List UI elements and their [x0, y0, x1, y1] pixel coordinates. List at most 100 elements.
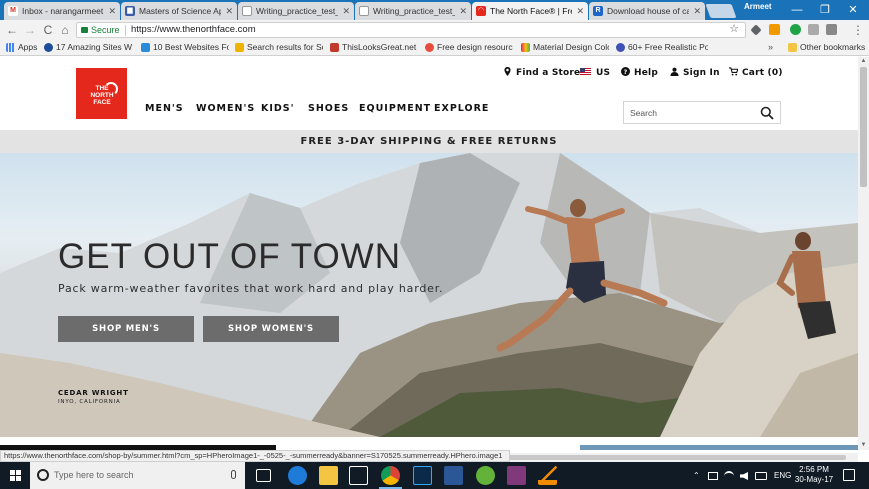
secure-indicator[interactable]: Secure	[81, 24, 120, 37]
bookmark-item[interactable]: ThisLooksGreat.net -	[330, 40, 418, 55]
battery-icon[interactable]	[708, 472, 718, 480]
close-tab-icon[interactable]: ✕	[576, 2, 584, 20]
bookmark-item[interactable]: 60+ Free Realistic Po	[616, 40, 708, 55]
language-indicator[interactable]: ENG	[774, 462, 791, 489]
cart-link[interactable]: Cart (0)	[729, 67, 783, 79]
chrome-icon[interactable]	[379, 466, 402, 489]
promo-banner[interactable]: FREE 3-DAY SHIPPING & FREE RETURNS	[0, 130, 858, 153]
browser-tab-writing-2[interactable]: Writing_practice_test_ ✕	[355, 2, 471, 20]
find-store-link[interactable]: Find a Store	[503, 67, 580, 79]
onenote-icon[interactable]	[507, 466, 526, 485]
task-view-icon[interactable]	[256, 469, 271, 482]
bookmark-item[interactable]: 10 Best Websites For	[141, 40, 229, 55]
scrollbar-thumb[interactable]	[860, 67, 867, 187]
search-icon[interactable]	[760, 106, 774, 120]
browser-tab-gmail[interactable]: M Inbox - narangarmeet ✕	[4, 2, 120, 20]
close-tab-icon[interactable]: ✕	[459, 2, 467, 20]
cart-label: Cart (0)	[742, 68, 783, 78]
profile-name[interactable]: Armeet	[744, 2, 772, 11]
action-center-icon[interactable]	[843, 469, 855, 481]
nav-explore[interactable]: EXPLORE	[434, 103, 489, 115]
camera-icon[interactable]	[826, 24, 837, 35]
home-icon[interactable]: ⌂	[57, 21, 73, 39]
locale-selector[interactable]: US	[580, 67, 610, 79]
document-icon	[359, 6, 369, 16]
browser-tab-northface[interactable]: ◠ The North Face® | Free ✕	[472, 2, 588, 20]
keyboard-icon[interactable]	[755, 472, 767, 480]
utorrent-icon[interactable]	[476, 466, 495, 485]
scroll-up-icon[interactable]: ▲	[858, 57, 869, 66]
word-icon[interactable]	[444, 466, 463, 485]
nav-shoes[interactable]: SHOES	[308, 103, 349, 115]
extension-icon[interactable]	[769, 24, 780, 35]
shop-mens-button[interactable]: SHOP MEN'S	[58, 316, 194, 342]
bookmark-item[interactable]: Free design resource	[425, 40, 513, 55]
bookmark-item[interactable]: Material Design Color	[521, 40, 609, 55]
grammarly-icon[interactable]	[790, 24, 801, 35]
close-window-icon[interactable]: ✕	[839, 0, 867, 20]
close-tab-icon[interactable]: ✕	[342, 2, 350, 20]
browser-tab-writing-1[interactable]: Writing_practice_test_ ✕	[238, 2, 354, 20]
taskbar-clock[interactable]: 2:56 PM 30-May-17	[793, 465, 835, 485]
folder-icon	[788, 43, 797, 52]
nav-mens[interactable]: MEN'S	[145, 103, 184, 115]
sign-in-link[interactable]: Sign In	[670, 67, 720, 79]
taskbar-search-placeholder: Type here to search	[54, 470, 134, 480]
hero-banner[interactable]: GET OUT OF TOWN Pack warm-weather favori…	[0, 153, 858, 437]
address-bar[interactable]: Secure https://www.thenorthface.com ☆	[76, 22, 746, 38]
bookmark-item[interactable]: 17 Amazing Sites Wit	[44, 40, 132, 55]
site-icon	[425, 43, 434, 52]
nav-womens[interactable]: WOMEN'S	[196, 103, 255, 115]
windows-logo-icon	[10, 470, 21, 481]
gmail-icon: M	[8, 6, 18, 16]
taskbar-search[interactable]: Type here to search	[30, 462, 245, 489]
help-icon: ?	[621, 67, 630, 76]
bookmark-item[interactable]: Search results for Soc	[235, 40, 323, 55]
file-explorer-icon[interactable]	[319, 466, 338, 485]
hero-subtitle: Pack warm-weather favorites that work ha…	[58, 282, 444, 295]
locale-label: US	[596, 68, 611, 78]
url-text[interactable]: https://www.thenorthface.com	[131, 23, 256, 37]
volume-icon[interactable]	[740, 472, 748, 480]
edge-icon[interactable]	[288, 466, 307, 485]
close-tab-icon[interactable]: ✕	[225, 2, 233, 20]
nav-kids[interactable]: KIDS'	[261, 103, 295, 115]
forward-icon[interactable]: →	[22, 21, 38, 39]
reload-icon[interactable]: C	[40, 21, 56, 39]
microphone-icon[interactable]	[231, 470, 236, 479]
other-bookmarks[interactable]: Other bookmarks	[788, 40, 866, 55]
pen-extension-icon[interactable]	[750, 24, 762, 36]
search-input[interactable]	[630, 106, 750, 120]
vertical-scrollbar[interactable]: ▲ ▼	[858, 57, 869, 450]
bookmarks-overflow-icon[interactable]: »	[768, 40, 773, 55]
vlc-icon[interactable]	[538, 466, 557, 485]
tab-label: Writing_practice_test_	[256, 6, 338, 16]
browser-tab-masters[interactable]: ▆ Masters of Science Ap ✕	[121, 2, 237, 20]
new-tab-button[interactable]	[705, 4, 737, 18]
start-button[interactable]	[0, 462, 30, 489]
bookmark-apps[interactable]: Apps	[6, 40, 40, 55]
menu-icon[interactable]: ⋮	[850, 21, 866, 39]
northface-logo[interactable]: THE NORTH FACE	[76, 68, 127, 119]
browser-tab-download[interactable]: R Download house of ca ✕	[589, 2, 705, 20]
tray-chevron-icon[interactable]: ⌃	[693, 462, 700, 489]
map-pin-icon	[504, 67, 511, 76]
scroll-down-icon[interactable]: ▼	[858, 441, 869, 450]
close-tab-icon[interactable]: ✕	[108, 2, 116, 20]
store-icon[interactable]	[349, 466, 368, 485]
nav-equipment[interactable]: EQUIPMENT	[359, 103, 431, 115]
wifi-icon[interactable]	[724, 471, 734, 481]
extension-icon[interactable]	[808, 24, 819, 35]
help-link[interactable]: ? Help	[621, 67, 658, 79]
bookmark-label: 10 Best Websites For	[153, 42, 229, 52]
maximize-icon[interactable]: ❐	[811, 0, 839, 20]
promo-tile-blue[interactable]	[580, 445, 858, 450]
photoshop-icon[interactable]	[413, 466, 432, 485]
back-icon[interactable]: ←	[4, 21, 20, 39]
bookmark-label: Material Design Color	[533, 42, 609, 52]
close-tab-icon[interactable]: ✕	[693, 2, 701, 20]
lock-icon	[81, 27, 88, 33]
shop-womens-button[interactable]: SHOP WOMEN'S	[203, 316, 339, 342]
minimize-icon[interactable]: —	[783, 0, 811, 20]
bookmark-star-icon[interactable]: ☆	[729, 22, 739, 35]
